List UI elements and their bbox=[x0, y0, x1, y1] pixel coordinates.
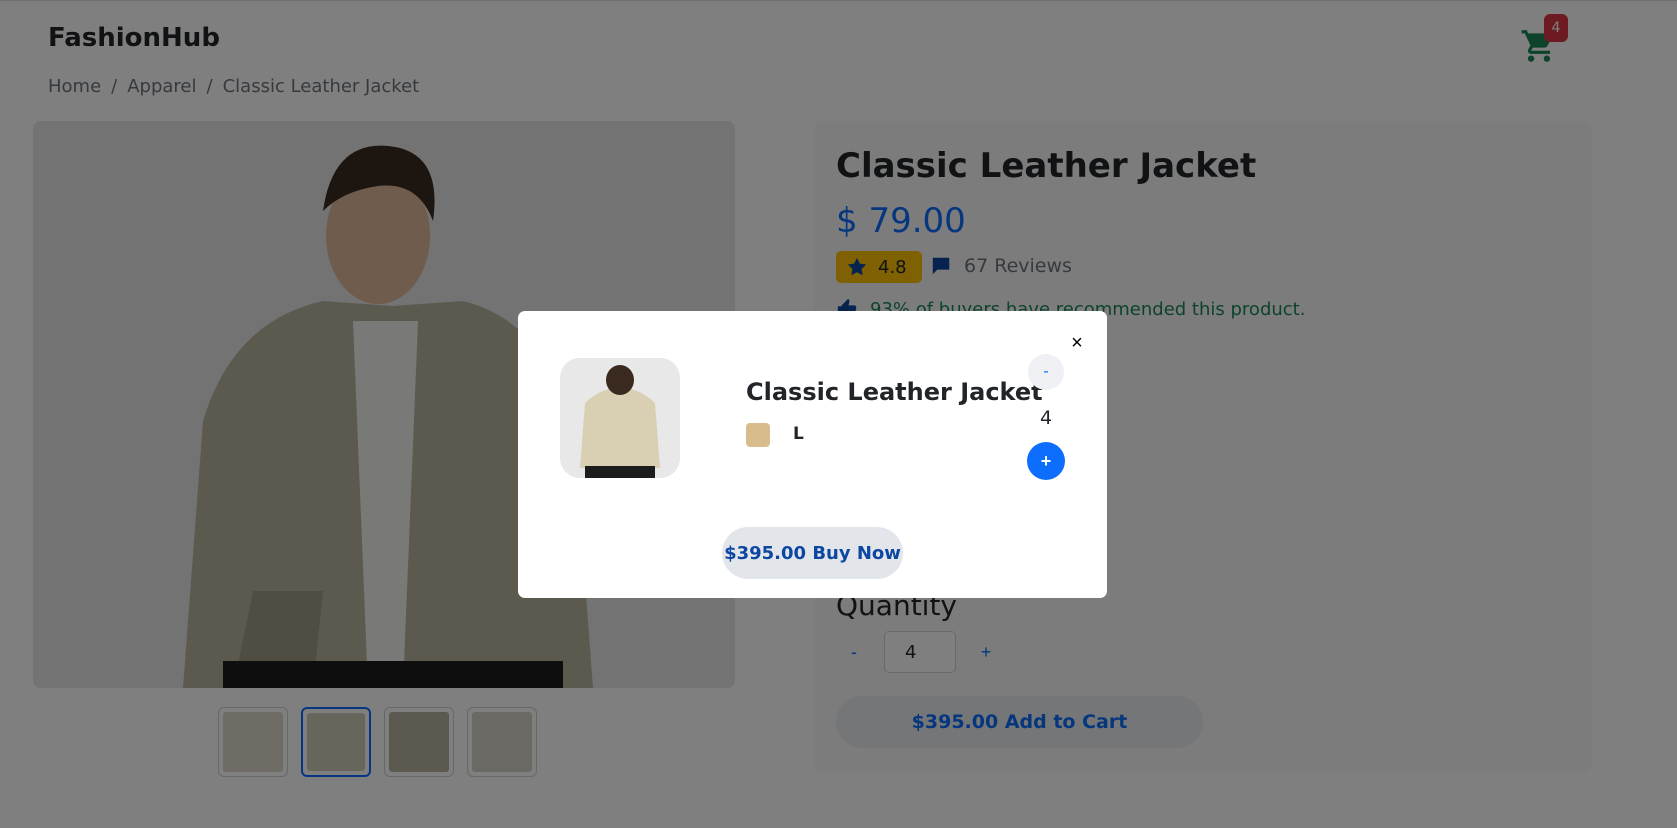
buy-now-button[interactable]: $395.00 Buy Now bbox=[722, 527, 903, 579]
modal-product-title: Classic Leather Jacket bbox=[746, 378, 1043, 406]
cart-modal: × Classic Leather Jacket L - 4 + $395.00… bbox=[518, 311, 1107, 598]
modal-quantity: 4 bbox=[1039, 407, 1053, 429]
color-swatch bbox=[746, 423, 770, 447]
modal-increment-button[interactable]: + bbox=[1027, 442, 1065, 480]
close-icon[interactable]: × bbox=[1065, 331, 1089, 355]
modal-product-image bbox=[560, 358, 680, 478]
modal-decrement-button[interactable]: - bbox=[1028, 354, 1064, 390]
size-label: L bbox=[793, 424, 804, 444]
jacket-back-image bbox=[560, 358, 680, 478]
